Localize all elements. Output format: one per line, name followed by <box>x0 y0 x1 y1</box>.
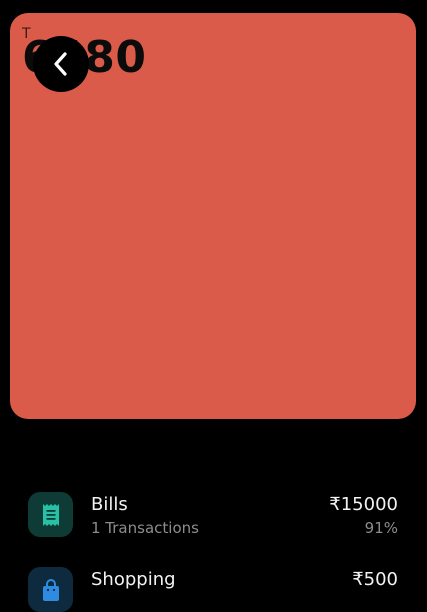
back-button[interactable] <box>33 36 89 92</box>
shopping-bag-icon <box>28 567 73 612</box>
category-name: Shopping <box>91 569 176 590</box>
chevron-left-icon <box>54 52 67 76</box>
list-item[interactable]: Bills 1 Transactions ₹15000 91% <box>0 480 427 537</box>
transaction-count: 1 Transactions <box>91 519 199 537</box>
category-amount: ₹15000 <box>329 494 398 515</box>
category-percent: 91% <box>364 519 398 537</box>
receipt-icon <box>28 492 73 537</box>
category-name: Bills <box>91 494 128 515</box>
category-amount: ₹500 <box>352 569 398 590</box>
list-item[interactable]: Shopping ₹500 <box>0 555 427 612</box>
